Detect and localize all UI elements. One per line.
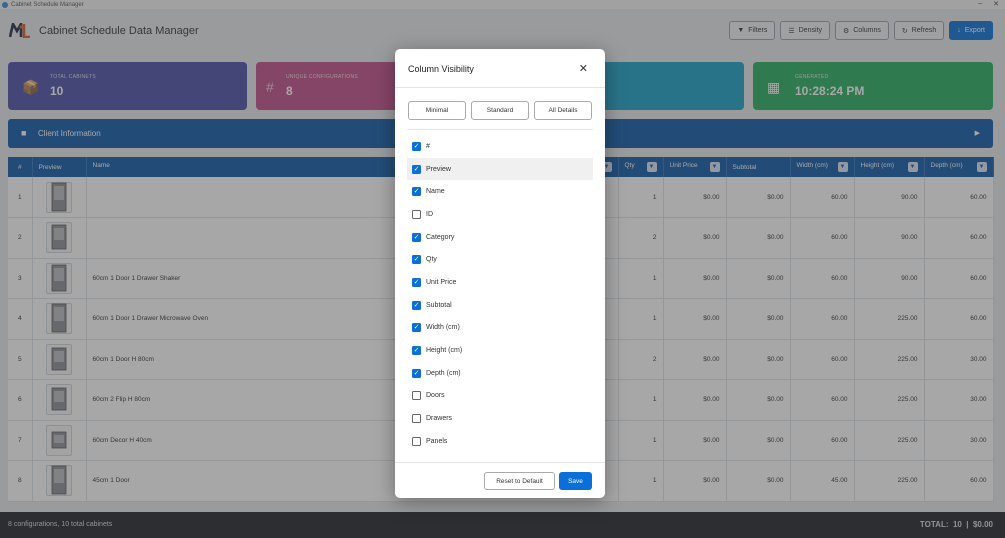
checkbox[interactable] — [412, 436, 421, 446]
divider — [395, 87, 605, 88]
column-option-width-cm[interactable]: ✓ Width (cm) — [407, 317, 593, 340]
checkbox[interactable] — [412, 391, 421, 401]
checkbox[interactable]: ✓ — [412, 368, 421, 378]
column-option-name[interactable]: ✓ Name — [407, 180, 593, 203]
column-option-drawers[interactable]: Drawers — [407, 407, 593, 430]
column-option-height-cm[interactable]: ✓ Height (cm) — [407, 339, 593, 362]
option-label: Name — [426, 188, 445, 196]
column-option-subtotal[interactable]: ✓ Subtotal — [407, 294, 593, 317]
column-option-panels[interactable]: Panels — [407, 430, 593, 453]
column-option-id[interactable]: ID — [407, 203, 593, 226]
column-options-list: ✓ # ✓ Preview ✓ Name ID ✓ Category ✓ Qty ✓ Unit Pric… — [407, 135, 593, 453]
divider — [395, 462, 605, 463]
option-label: Drawers — [426, 415, 453, 423]
column-option-category[interactable]: ✓ Category — [407, 226, 593, 249]
option-label: Subtotal — [426, 301, 452, 309]
checkbox[interactable]: ✓ — [412, 300, 421, 310]
column-option-doors[interactable]: Doors — [407, 385, 593, 408]
option-label: Unit Price — [426, 278, 457, 286]
preset-all-details-button[interactable]: All Details — [534, 101, 592, 120]
checkbox[interactable]: ✓ — [412, 255, 421, 265]
checkbox[interactable]: ✓ — [412, 187, 421, 197]
option-label: ID — [426, 210, 433, 218]
option-label: Width (cm) — [426, 324, 460, 332]
option-label: Depth (cm) — [426, 369, 461, 377]
column-option-qty[interactable]: ✓ Qty — [407, 248, 593, 271]
save-button[interactable]: Save — [559, 472, 592, 490]
option-label: Qty — [426, 256, 437, 264]
column-option-unit-price[interactable]: ✓ Unit Price — [407, 271, 593, 294]
checkbox[interactable]: ✓ — [412, 277, 421, 287]
divider — [407, 129, 593, 130]
option-label: Height (cm) — [426, 347, 463, 355]
checkbox[interactable] — [412, 209, 421, 219]
column-visibility-dialog: Column Visibility ✕ Minimal Standard All… — [395, 49, 605, 498]
checkbox[interactable]: ✓ — [412, 346, 421, 356]
option-label: Category — [426, 233, 455, 241]
checkbox[interactable]: ✓ — [412, 323, 421, 333]
option-label: # — [426, 142, 430, 150]
reset-to-default-button[interactable]: Reset to Default — [484, 472, 555, 490]
column-option-depth-cm[interactable]: ✓ Depth (cm) — [407, 362, 593, 385]
dialog-title: Column Visibility — [408, 64, 474, 74]
option-label: Preview — [426, 165, 451, 173]
checkbox[interactable]: ✓ — [412, 141, 421, 151]
checkbox[interactable] — [412, 414, 421, 424]
checkbox[interactable]: ✓ — [412, 164, 421, 174]
checkbox[interactable]: ✓ — [412, 232, 421, 242]
close-icon[interactable]: ✕ — [579, 62, 588, 75]
option-label: Doors — [426, 392, 445, 400]
preset-minimal-button[interactable]: Minimal — [408, 101, 466, 120]
preset-standard-button[interactable]: Standard — [471, 101, 529, 120]
option-label: Panels — [426, 437, 448, 445]
column-option-number[interactable]: ✓ # — [407, 135, 593, 158]
column-option-preview[interactable]: ✓ Preview — [407, 157, 593, 181]
